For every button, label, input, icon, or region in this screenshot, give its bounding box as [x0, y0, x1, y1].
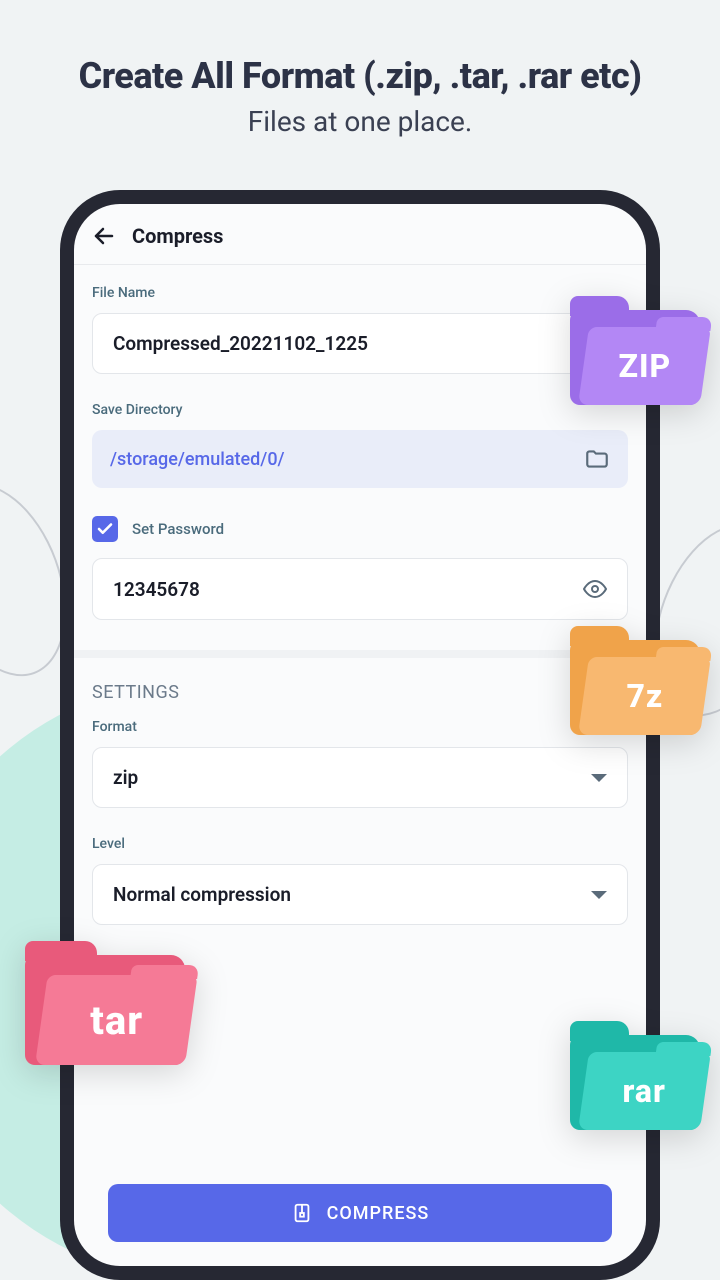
format-value: zip	[113, 766, 591, 789]
rar-badge-label: rar	[623, 1072, 666, 1110]
level-value: Normal compression	[113, 883, 591, 906]
chevron-down-icon	[591, 774, 607, 782]
sevenz-folder-badge: 7z	[570, 640, 700, 735]
level-select[interactable]: Normal compression	[92, 864, 628, 925]
level-label: Level	[92, 836, 628, 852]
tar-badge-label: tar	[90, 997, 143, 1044]
save-directory-row[interactable]: /storage/emulated/0/	[92, 430, 628, 488]
arrow-left-icon	[92, 224, 116, 248]
set-password-label: Set Password	[132, 520, 224, 538]
headline-subtitle: Files at one place.	[0, 105, 720, 138]
password-input[interactable]	[113, 578, 583, 601]
settings-section-title: SETTINGS	[92, 682, 628, 703]
phone-screen: Compress File Name Save Directory /stora…	[74, 204, 646, 1266]
compress-button-label: COMPRESS	[327, 1203, 430, 1224]
zip-icon	[291, 1202, 313, 1224]
app-title: Compress	[132, 224, 223, 248]
back-button[interactable]	[92, 224, 116, 248]
check-icon	[96, 520, 114, 538]
set-password-checkbox[interactable]	[92, 516, 118, 542]
file-name-label: File Name	[92, 285, 628, 301]
sevenz-badge-label: 7z	[626, 677, 663, 715]
set-password-row: Set Password	[92, 516, 628, 542]
zip-badge-label: ZIP	[618, 347, 671, 385]
format-select[interactable]: zip	[92, 747, 628, 808]
eye-icon[interactable]	[583, 577, 607, 601]
compress-button[interactable]: COMPRESS	[108, 1184, 612, 1242]
folder-icon	[584, 446, 610, 472]
form-content: File Name Save Directory /storage/emulat…	[74, 265, 646, 973]
chevron-down-icon	[591, 891, 607, 899]
save-directory-label: Save Directory	[92, 402, 628, 418]
headline-title: Create All Format (.zip, .tar, .rar etc)	[0, 55, 720, 97]
tar-folder-badge: tar	[25, 955, 185, 1065]
section-divider	[74, 650, 646, 658]
format-label: Format	[92, 719, 628, 735]
page-headline: Create All Format (.zip, .tar, .rar etc)…	[0, 0, 720, 138]
password-input-row	[92, 558, 628, 620]
app-header: Compress	[74, 204, 646, 264]
zip-folder-badge: ZIP	[570, 310, 700, 405]
rar-folder-badge: rar	[570, 1035, 700, 1130]
file-name-input[interactable]	[92, 313, 628, 374]
save-directory-path: /storage/emulated/0/	[110, 449, 584, 470]
